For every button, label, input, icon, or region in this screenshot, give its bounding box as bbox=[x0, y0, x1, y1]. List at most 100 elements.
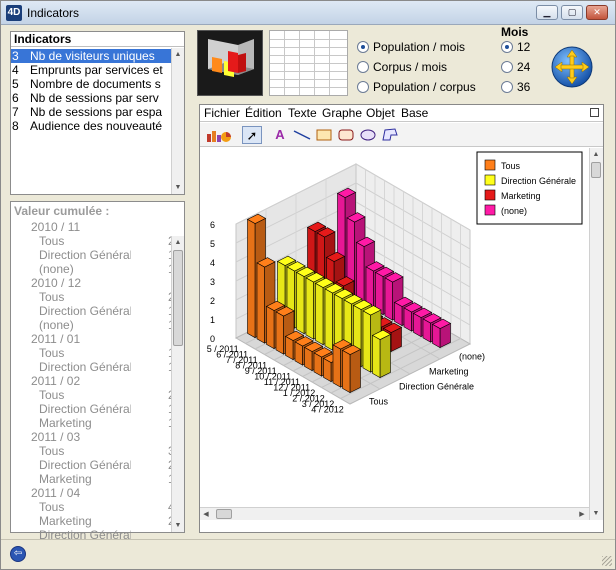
chart-toolbar: ➚ A bbox=[200, 123, 603, 147]
indicator-number: 7 bbox=[12, 105, 19, 119]
cumulative-entry[interactable]: Tous2 bbox=[11, 388, 175, 402]
menu-objet[interactable]: Objet bbox=[366, 106, 395, 120]
menu-texte[interactable]: Texte bbox=[288, 106, 317, 120]
indicators-scrollbar[interactable]: ▲ ▼ bbox=[171, 48, 184, 194]
indicators-list[interactable]: Indicators 3 Nb de visiteurs uniques 4 Empr… bbox=[10, 31, 185, 195]
cumulative-period[interactable]: 2010 / 11 bbox=[11, 220, 171, 234]
indicator-item[interactable]: 5 Nombre de documents s bbox=[11, 77, 171, 91]
title-bar[interactable]: 4D Indicators ▁ ▢ ✕ bbox=[1, 1, 615, 25]
scroll-up-arrow-icon[interactable]: ▲ bbox=[172, 48, 184, 61]
legend-label: Tous bbox=[501, 161, 521, 171]
cumulative-entry[interactable]: Tous2 bbox=[11, 290, 175, 304]
cumulative-entry[interactable]: (none)1 bbox=[11, 262, 175, 276]
scroll-left-arrow-icon[interactable]: ◀ bbox=[200, 508, 212, 520]
radio-dot[interactable] bbox=[501, 81, 513, 93]
cumulative-entry[interactable]: Marketing1 bbox=[11, 416, 175, 430]
resize-grip[interactable] bbox=[602, 556, 612, 566]
indicator-item[interactable]: 8 Audience des nouveauté bbox=[11, 119, 171, 133]
maximize-button[interactable]: ▢ bbox=[561, 5, 583, 20]
cumulative-entry[interactable]: Marketing2 bbox=[11, 514, 175, 528]
scroll-down-arrow-icon[interactable]: ▼ bbox=[172, 519, 184, 532]
scroll-thumb[interactable] bbox=[216, 509, 232, 519]
minimize-button[interactable]: ▁ bbox=[536, 5, 558, 20]
menu-graphe[interactable]: Graphe bbox=[322, 106, 362, 120]
3d-bar-chart: 01234565 / 20116 / 20117 / 20118 / 20119… bbox=[207, 151, 583, 414]
mois-radio[interactable]: 36 bbox=[501, 79, 541, 95]
polygon-tool-icon[interactable] bbox=[380, 126, 400, 144]
oval-tool-icon[interactable] bbox=[358, 126, 378, 144]
cumulative-label: Tous bbox=[39, 234, 65, 248]
rounded-rectangle-tool-icon[interactable] bbox=[336, 126, 356, 144]
radio-dot[interactable] bbox=[357, 81, 369, 93]
bar bbox=[266, 305, 275, 350]
cumulative-entry[interactable]: Direction Générale1 bbox=[11, 304, 175, 318]
navigation-arrows-button[interactable] bbox=[551, 46, 593, 88]
cumulative-period[interactable]: 2011 / 04 bbox=[11, 486, 171, 500]
close-button[interactable]: ✕ bbox=[586, 5, 608, 20]
arrow-pointer-icon[interactable]: ➚ bbox=[242, 126, 262, 144]
cumulative-period[interactable]: 2011 / 01 bbox=[11, 332, 171, 346]
table-view-button[interactable] bbox=[269, 30, 348, 96]
rectangle-tool-icon[interactable] bbox=[314, 126, 334, 144]
indicator-item[interactable]: 4 Emprunts par services et bbox=[11, 63, 171, 77]
radio-dot[interactable] bbox=[357, 61, 369, 73]
line-tool-icon[interactable] bbox=[292, 126, 312, 144]
cumulative-values-list[interactable]: Valeur cumulée : 2010 / 11Tous2Direction… bbox=[10, 201, 185, 542]
chart-vertical-scrollbar[interactable]: ▲ ▼ bbox=[589, 148, 603, 520]
mois-radio[interactable]: 24 bbox=[501, 59, 541, 75]
mode-label: Corpus / mois bbox=[373, 60, 448, 74]
cumulative-label: Marketing bbox=[39, 416, 92, 430]
scroll-down-arrow-icon[interactable]: ▼ bbox=[590, 507, 602, 520]
cumulative-entry[interactable]: (none)1 bbox=[11, 318, 175, 332]
mode-label: Population / mois bbox=[373, 40, 466, 54]
scroll-up-arrow-icon[interactable]: ▲ bbox=[590, 148, 602, 161]
cumulative-entry[interactable]: Direction Générale1 bbox=[11, 248, 175, 262]
indicator-item[interactable]: 7 Nb de sessions par espa bbox=[11, 105, 171, 119]
graph-view-button[interactable] bbox=[197, 30, 263, 96]
chart-horizontal-scrollbar[interactable]: ◀ ▶ bbox=[200, 507, 589, 520]
cumulative-entry[interactable]: Tous1 bbox=[11, 346, 175, 360]
radio-dot[interactable] bbox=[501, 41, 513, 53]
cumulative-period[interactable]: 2010 / 12 bbox=[11, 276, 171, 290]
scroll-down-arrow-icon[interactable]: ▼ bbox=[172, 181, 184, 194]
cumulative-scrollbar[interactable]: ▲ ▼ bbox=[171, 236, 184, 532]
z-tick-label: Marketing bbox=[429, 367, 469, 377]
cumulative-entry[interactable]: Tous3 bbox=[11, 444, 175, 458]
text-tool-icon[interactable]: A bbox=[270, 126, 290, 144]
menu-fichier[interactable]: Fichier bbox=[204, 106, 240, 120]
scroll-up-arrow-icon[interactable]: ▲ bbox=[172, 236, 184, 249]
indicator-item[interactable]: 6 Nb de sessions par serv bbox=[11, 91, 171, 105]
chart-type-icon[interactable] bbox=[204, 126, 232, 144]
panel-zoom-box[interactable] bbox=[590, 108, 599, 117]
radio-dot[interactable] bbox=[357, 41, 369, 53]
bar bbox=[315, 282, 324, 346]
menu-base[interactable]: Base bbox=[401, 106, 428, 120]
mode-radio[interactable]: Population / mois bbox=[357, 39, 492, 55]
mode-radio[interactable]: Corpus / mois bbox=[357, 59, 492, 75]
radio-dot[interactable] bbox=[501, 61, 513, 73]
indicator-label: Emprunts par services et bbox=[30, 63, 163, 77]
exit-icon[interactable]: ⇦ bbox=[10, 546, 26, 562]
indicator-number: 8 bbox=[12, 119, 19, 133]
mode-radio[interactable]: Population / corpus bbox=[357, 79, 492, 95]
cumulative-entry[interactable]: Direction Générale2 bbox=[11, 458, 175, 472]
scroll-thumb[interactable] bbox=[591, 162, 601, 178]
bar bbox=[294, 341, 303, 366]
scroll-thumb[interactable] bbox=[173, 250, 183, 346]
scroll-right-arrow-icon[interactable]: ▶ bbox=[576, 508, 588, 520]
bar bbox=[256, 262, 265, 344]
indicator-item[interactable]: 3 Nb de visiteurs uniques bbox=[11, 49, 171, 63]
indicator-number: 5 bbox=[12, 77, 19, 91]
cumulative-entry[interactable]: Direction Générale1 bbox=[11, 402, 175, 416]
mois-radio[interactable]: 12 bbox=[501, 39, 541, 55]
menu-edition[interactable]: Édition bbox=[245, 106, 282, 120]
cumulative-label: 2010 / 11 bbox=[31, 220, 81, 234]
cumulative-entry[interactable]: Direction Générale1 bbox=[11, 360, 175, 374]
cumulative-period[interactable]: 2011 / 03 bbox=[11, 430, 171, 444]
cumulative-period[interactable]: 2011 / 02 bbox=[11, 374, 171, 388]
cumulative-entry[interactable]: Tous4 bbox=[11, 500, 175, 514]
cumulative-entry[interactable]: Tous2 bbox=[11, 234, 175, 248]
chart-area[interactable]: 01234565 / 2011 6 / 2011 7 / 2011 8 / 2011 9… bbox=[200, 148, 589, 520]
indicator-number: 6 bbox=[12, 91, 19, 105]
cumulative-entry[interactable]: Marketing1 bbox=[11, 472, 175, 486]
